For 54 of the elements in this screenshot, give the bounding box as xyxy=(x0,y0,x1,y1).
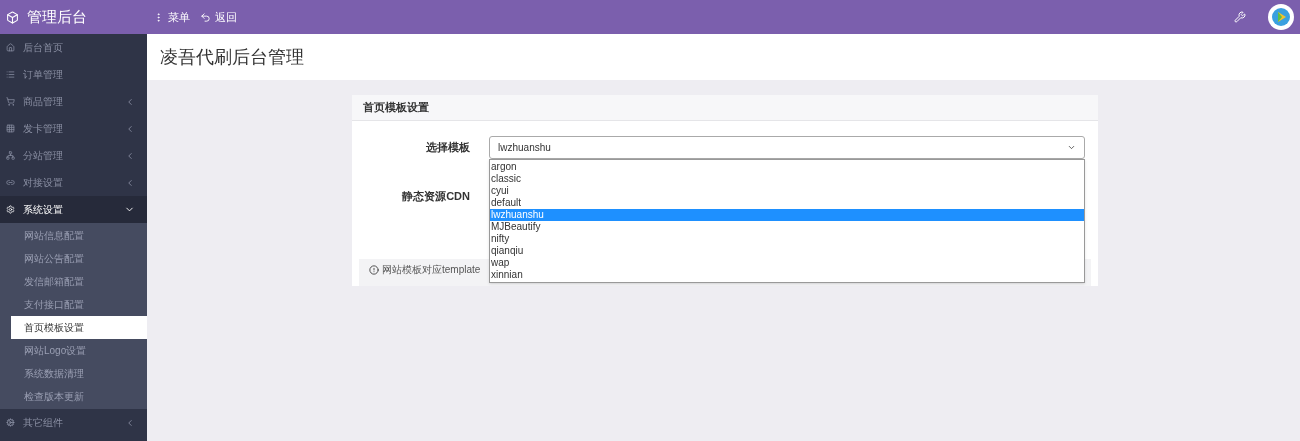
dropdown-option[interactable]: xinnian xyxy=(490,269,1084,281)
settings-icon xyxy=(6,205,15,214)
cogs-icon xyxy=(6,418,15,427)
card-title: 首页模板设置 xyxy=(363,100,429,116)
sidebar-item[interactable]: 发卡管理 xyxy=(0,115,147,142)
submenu-item[interactable]: 首页模板设置 xyxy=(11,316,147,339)
submenu-item[interactable]: 网站公告配置 xyxy=(11,247,147,270)
link-icon xyxy=(6,178,15,187)
template-select[interactable]: lwzhuanshu xyxy=(489,136,1085,159)
chevron-left-icon xyxy=(125,417,135,428)
avatar[interactable] xyxy=(1268,4,1294,30)
back-arrow-icon xyxy=(200,11,211,23)
submenu-item[interactable]: 支付接口配置 xyxy=(11,293,147,316)
page-title: 凌吾代刷后台管理 xyxy=(160,45,304,69)
list-icon xyxy=(6,70,15,79)
wrench-icon[interactable] xyxy=(1234,11,1246,23)
dropdown-option[interactable]: nifty xyxy=(490,233,1084,245)
field-label: 选择模板 xyxy=(425,140,470,156)
chevron-left-icon xyxy=(125,123,135,134)
hint-text: 网站模板对应template xyxy=(382,263,481,277)
alert-icon xyxy=(369,264,379,275)
menu-button[interactable]: 菜单 xyxy=(153,8,190,26)
sidebar-item[interactable]: 对接设置 xyxy=(0,169,147,196)
dropdown-option[interactable]: qianqiu xyxy=(490,245,1084,257)
chevron-left-icon xyxy=(125,177,135,188)
dropdown-option[interactable]: argon xyxy=(490,161,1084,173)
cube-icon xyxy=(6,10,19,24)
dropdown-option[interactable]: wap xyxy=(490,257,1084,269)
dropdown-option[interactable]: classic xyxy=(490,173,1084,185)
submenu-item[interactable]: 发信邮箱配置 xyxy=(11,270,147,293)
submenu-item[interactable]: 网站Logo设置 xyxy=(11,339,147,362)
sidebar-item[interactable]: 订单管理 xyxy=(0,61,147,88)
grid-icon xyxy=(6,124,15,133)
sidebar-item[interactable]: 后台首页 xyxy=(0,34,147,61)
home-icon xyxy=(6,43,15,52)
cart-icon xyxy=(6,97,15,106)
dropdown-option[interactable]: MJBeautify xyxy=(490,221,1084,233)
back-button[interactable]: 返回 xyxy=(200,8,237,26)
sidebar-item[interactable]: 分站管理 xyxy=(0,142,147,169)
chevron-down-icon xyxy=(1067,143,1076,152)
sidebar-item[interactable]: 系统设置 xyxy=(0,196,147,223)
submenu-item[interactable]: 检查版本更新 xyxy=(11,385,147,408)
chevron-left-icon xyxy=(125,96,135,107)
sidebar-item[interactable]: 其它组件 xyxy=(0,409,147,436)
dropdown-option[interactable]: cyui xyxy=(490,185,1084,197)
dropdown-option[interactable]: lwzhuanshu xyxy=(490,209,1084,221)
dropdown-option[interactable]: default xyxy=(490,197,1084,209)
submenu-item[interactable]: 系统数据清理 xyxy=(11,362,147,385)
sitemap-icon xyxy=(6,151,15,160)
sidebar-item[interactable]: 商品管理 xyxy=(0,88,147,115)
chevron-left-icon xyxy=(125,150,135,161)
submenu-item[interactable]: 网站信息配置 xyxy=(11,224,147,247)
field-label: 静态资源CDN xyxy=(401,188,470,204)
brand-title: 管理后台 xyxy=(27,6,87,27)
